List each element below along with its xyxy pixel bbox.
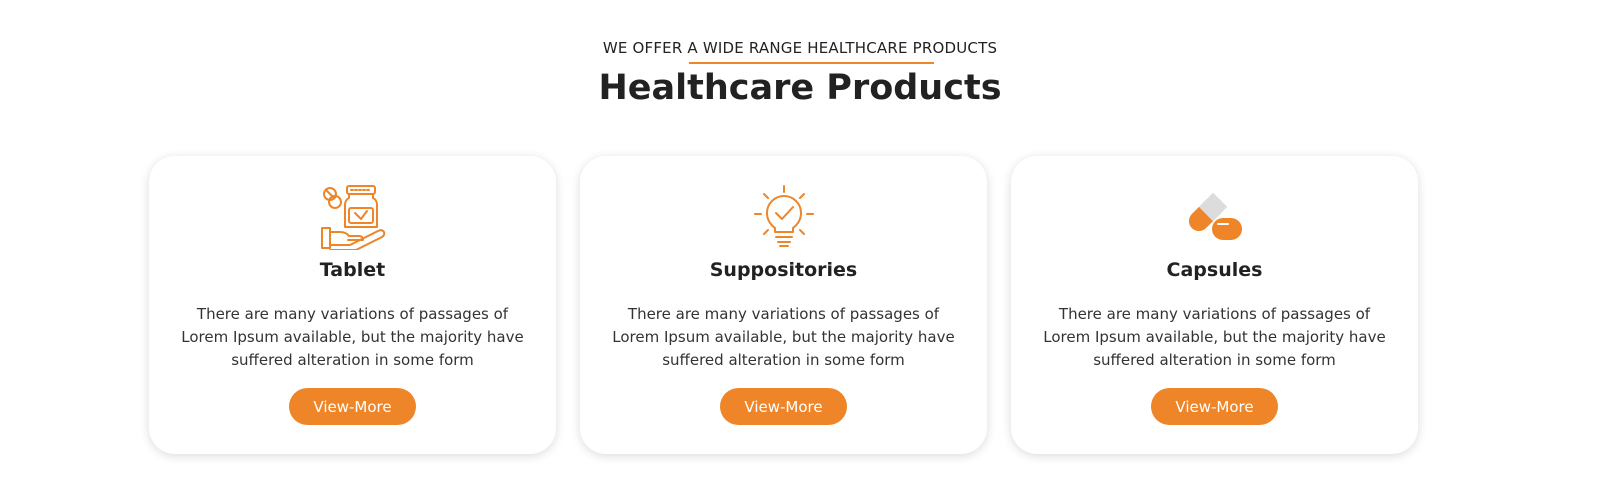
card-description: There are many variations of passages of… xyxy=(181,305,524,369)
capsule-icon xyxy=(1188,192,1242,240)
card-title: Tablet xyxy=(319,259,386,281)
product-card-suppositories: Suppositories There are many variations … xyxy=(580,156,987,454)
lightbulb-check-icon xyxy=(753,185,814,247)
product-card-capsules: Capsules There are many variations of pa… xyxy=(1011,156,1418,454)
eyebrow-underline xyxy=(689,62,934,64)
view-more-button-capsules[interactable]: View-More xyxy=(1151,388,1278,425)
medicine-bottle-hand-icon xyxy=(320,185,385,250)
product-card-tablet: Tablet There are many variations of pass… xyxy=(149,156,556,454)
card-title: Capsules xyxy=(1166,259,1263,281)
card-description: There are many variations of passages of… xyxy=(1043,305,1386,369)
card-title: Suppositories xyxy=(709,259,858,281)
section-title: Healthcare Products xyxy=(598,68,1002,108)
view-more-button-suppositories[interactable]: View-More xyxy=(720,388,847,425)
view-more-button-tablet[interactable]: View-More xyxy=(289,388,416,425)
section-eyebrow: WE OFFER A WIDE RANGE HEALTHCARE PRODUCT… xyxy=(602,39,998,57)
card-description: There are many variations of passages of… xyxy=(612,305,955,369)
